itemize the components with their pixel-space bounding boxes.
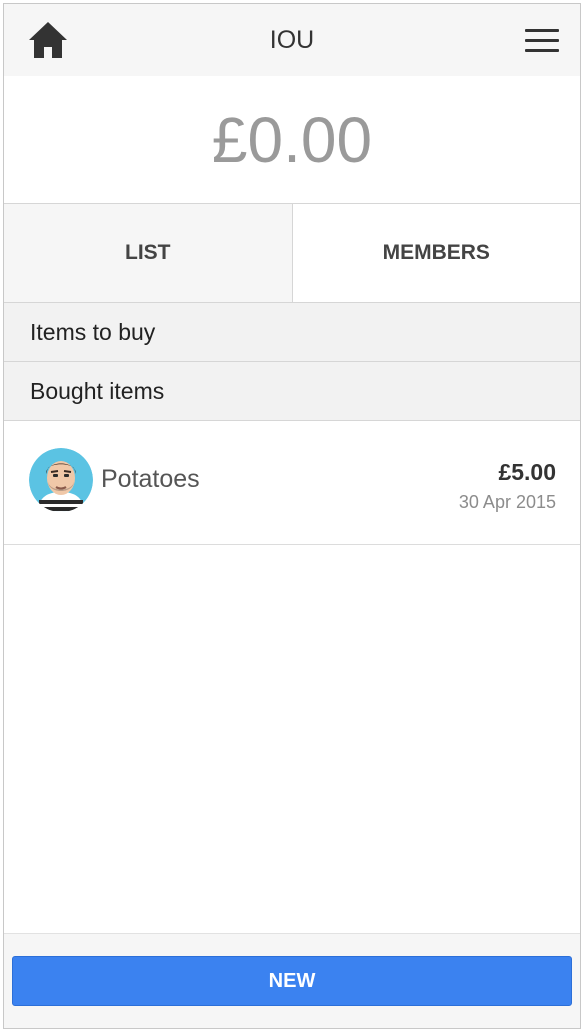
tab-members[interactable]: MEMBERS [292, 204, 580, 302]
new-button[interactable]: NEW [12, 956, 572, 1006]
item-date: 30 Apr 2015 [458, 492, 556, 512]
item-name: Potatoes [101, 465, 200, 493]
hamburger-menu-icon [525, 48, 559, 52]
section-items-to-buy[interactable]: Items to buy [4, 303, 580, 362]
page-title: IOU [269, 26, 315, 54]
item-price: £5.00 [498, 459, 556, 485]
balance-amount: £0.00 [4, 76, 580, 204]
hamburger-menu-icon [525, 28, 559, 32]
tab-bar: LIST MEMBERS [4, 204, 580, 303]
header-bar: IOU [4, 4, 580, 76]
list-item[interactable]: Potatoes £5.00 30 Apr 2015 [4, 421, 580, 545]
menu-button[interactable] [522, 22, 562, 58]
home-icon [29, 22, 67, 58]
section-bought-items[interactable]: Bought items [4, 362, 580, 421]
app-frame: IOU £0.00 LIST MEMBERS Items to buy Boug… [3, 3, 581, 1029]
tab-list[interactable]: LIST [4, 204, 293, 302]
footer-bar: NEW [4, 933, 580, 1028]
user-avatar-icon [29, 448, 93, 512]
home-button[interactable] [26, 18, 70, 62]
hamburger-menu-icon [525, 38, 559, 42]
